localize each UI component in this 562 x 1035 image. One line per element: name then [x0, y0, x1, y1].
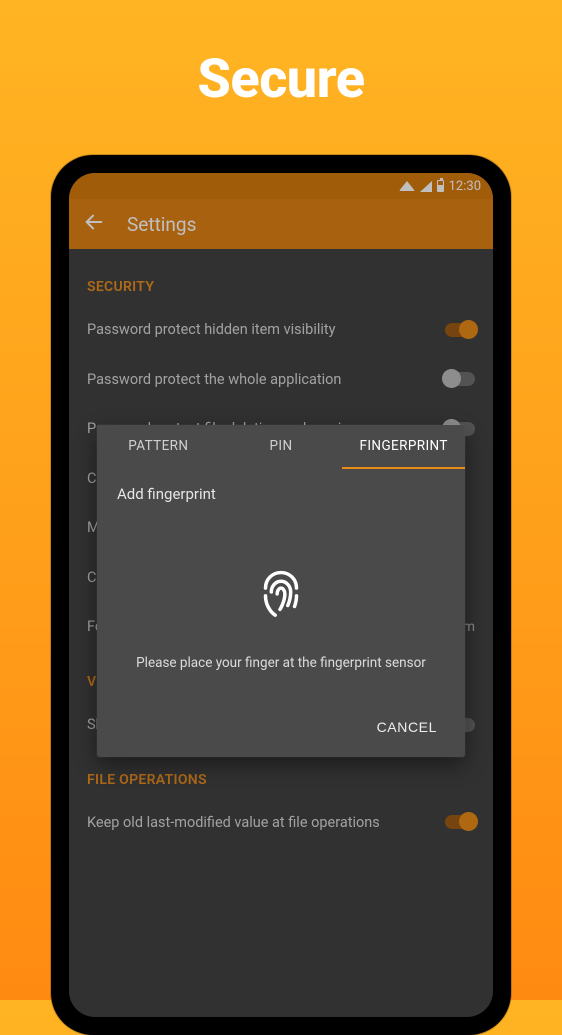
dialog-subtitle: Add fingerprint: [117, 485, 445, 529]
screen: 12:30 Settings SECURITY Password protect…: [69, 173, 493, 1017]
dialog-actions: CANCEL: [97, 699, 465, 757]
tab-fingerprint[interactable]: FINGERPRINT: [342, 425, 465, 469]
auth-tabs: PATTERN PIN FINGERPRINT: [97, 425, 465, 469]
dialog-hint: Please place your finger at the fingerpr…: [117, 649, 445, 691]
phone-frame: 12:30 Settings SECURITY Password protect…: [51, 155, 511, 1035]
cancel-button[interactable]: CANCEL: [367, 711, 447, 743]
hero-title: Secure: [0, 48, 562, 111]
fingerprint-icon: [117, 529, 445, 649]
tab-pattern[interactable]: PATTERN: [97, 425, 220, 469]
auth-dialog: PATTERN PIN FINGERPRINT Add fingerprint: [97, 425, 465, 757]
tab-pin[interactable]: PIN: [220, 425, 343, 469]
dialog-body: Add fingerprint Please place your finger…: [97, 469, 465, 699]
dialog-scrim[interactable]: PATTERN PIN FINGERPRINT Add fingerprint: [69, 173, 493, 1017]
hero-banner: Secure: [0, 0, 562, 145]
